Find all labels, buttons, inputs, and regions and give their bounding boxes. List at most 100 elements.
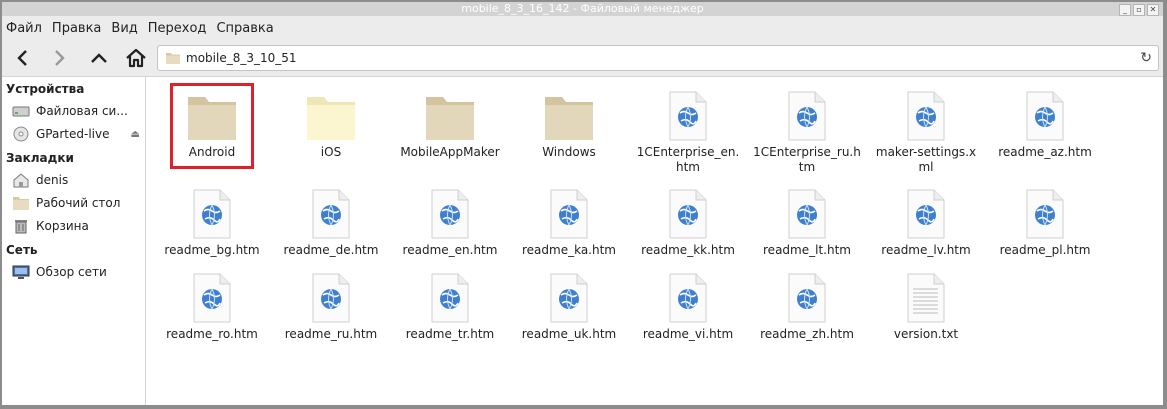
sidebar-item-label: GParted-live	[36, 127, 110, 141]
file-item-windows[interactable]: Windows	[510, 85, 628, 160]
menu-view[interactable]: Вид	[107, 21, 143, 36]
file-item-readme-lv-htm[interactable]: readme_lv.htm	[867, 183, 985, 258]
file-item-readme-bg-htm[interactable]: readme_bg.htm	[153, 183, 271, 258]
file-name: readme_az.htm	[998, 145, 1092, 159]
file-item-ios[interactable]: iOS	[272, 85, 390, 160]
arrow-right-icon	[55, 50, 65, 66]
eject-icon[interactable]: ⏏	[131, 129, 140, 140]
home-icon	[126, 48, 146, 68]
file-name: readme_ru.htm	[284, 327, 378, 341]
file-item-maker-settings-xml[interactable]: maker-settings.xml	[867, 85, 985, 175]
file-name: MobileAppMaker	[400, 145, 500, 159]
web-document-icon	[510, 183, 628, 239]
sidebar-item-label: Корзина	[36, 219, 89, 233]
sidebar-section-bookmarks: Закладки	[6, 151, 74, 165]
back-button[interactable]	[8, 43, 38, 73]
sidebar-item-filesystem[interactable]: Файловая си...	[12, 101, 142, 121]
menu-file[interactable]: Файл	[2, 21, 48, 36]
file-item-readme-uk-htm[interactable]: readme_uk.htm	[510, 267, 628, 342]
minimize-button[interactable]: _	[1119, 4, 1131, 16]
web-document-icon	[272, 183, 390, 239]
file-item-version-txt[interactable]: version.txt	[867, 267, 985, 342]
toolbar: mobile_8_3_10_51 ↻	[2, 40, 1163, 77]
folder-icon	[391, 85, 509, 141]
file-item-readme-tr-htm[interactable]: readme_tr.htm	[391, 267, 509, 342]
title-bar[interactable]: mobile_8_3_16_142 - Файловый менеджер _ …	[2, 2, 1163, 16]
sidebar-item-label: denis	[36, 173, 69, 187]
web-document-icon	[748, 85, 866, 141]
web-document-icon	[391, 183, 509, 239]
arrow-up-icon	[91, 53, 107, 63]
web-document-icon	[153, 183, 271, 239]
sidebar-item-trash[interactable]: Корзина	[12, 216, 142, 236]
maximize-button[interactable]: ▫	[1133, 4, 1145, 16]
web-document-icon	[748, 183, 866, 239]
file-item-readme-en-htm[interactable]: readme_en.htm	[391, 183, 509, 258]
forward-button[interactable]	[44, 43, 74, 73]
home-button[interactable]	[121, 43, 151, 73]
file-item-readme-zh-htm[interactable]: readme_zh.htm	[748, 267, 866, 342]
file-name: readme_zh.htm	[760, 327, 854, 341]
web-document-icon	[391, 267, 509, 323]
web-document-icon	[867, 85, 985, 141]
file-item-readme-de-htm[interactable]: readme_de.htm	[272, 183, 390, 258]
file-name: readme_vi.htm	[642, 327, 734, 341]
file-item-1centerprise-ru-htm[interactable]: 1CEnterprise_ru.htm	[748, 85, 866, 175]
file-name: readme_de.htm	[283, 243, 379, 257]
sidebar-item-denis[interactable]: denis	[12, 170, 142, 190]
file-name: readme_kk.htm	[641, 243, 735, 257]
home-icon	[12, 172, 30, 188]
web-document-icon	[986, 85, 1104, 141]
file-name: readme_bg.htm	[164, 243, 260, 257]
sidebar-section-network: Сеть	[6, 243, 38, 257]
web-document-icon	[153, 267, 271, 323]
file-name: 1CEnterprise_ru.htm	[753, 145, 861, 174]
sidebar-item-label: Рабочий стол	[36, 196, 121, 210]
file-item-mobileappmaker[interactable]: MobileAppMaker	[391, 85, 509, 160]
sidebar-section-devices: Устройства	[6, 82, 85, 96]
file-item-android[interactable]: Android	[153, 85, 271, 160]
file-item-readme-vi-htm[interactable]: readme_vi.htm	[629, 267, 747, 342]
text-file-icon	[867, 267, 985, 323]
sidebar-item-network[interactable]: Обзор сети	[12, 262, 142, 282]
window-title: mobile_8_3_16_142 - Файловый менеджер	[461, 2, 704, 15]
disc-icon	[12, 126, 30, 142]
sidebar-item-gparted[interactable]: GParted-live ⏏	[12, 124, 142, 144]
file-item-1centerprise-en-htm[interactable]: 1CEnterprise_en.htm	[629, 85, 747, 175]
web-document-icon	[272, 267, 390, 323]
file-item-readme-ka-htm[interactable]: readme_ka.htm	[510, 183, 628, 258]
up-button[interactable]	[84, 43, 114, 73]
file-name: iOS	[320, 145, 342, 159]
menu-help[interactable]: Справка	[212, 21, 279, 36]
location-bar[interactable]: mobile_8_3_10_51 ↻	[157, 45, 1159, 71]
web-document-icon	[510, 267, 628, 323]
folder-icon	[153, 85, 271, 141]
menu-go[interactable]: Переход	[144, 21, 213, 36]
desktop-folder-icon	[12, 195, 30, 211]
file-item-readme-az-htm[interactable]: readme_az.htm	[986, 85, 1104, 160]
network-icon	[12, 264, 30, 280]
sidebar-item-desktop[interactable]: Рабочий стол	[12, 193, 142, 213]
folder-icon	[272, 85, 390, 141]
sidebar-item-label: Обзор сети	[36, 265, 107, 279]
file-item-readme-pl-htm[interactable]: readme_pl.htm	[986, 183, 1104, 258]
file-manager-window: mobile_8_3_16_142 - Файловый менеджер _ …	[2, 2, 1163, 405]
menu-bar: Файл Правка Вид Переход Справка	[2, 16, 1163, 40]
close-button[interactable]: ✕	[1147, 4, 1159, 16]
file-name: maker-settings.xml	[875, 145, 977, 174]
file-item-readme-ro-htm[interactable]: readme_ro.htm	[153, 267, 271, 342]
file-name: readme_ka.htm	[521, 243, 616, 257]
file-name: readme_pl.htm	[999, 243, 1091, 257]
file-item-readme-kk-htm[interactable]: readme_kk.htm	[629, 183, 747, 258]
file-name: version.txt	[893, 327, 959, 341]
sidebar: Устройства Файловая си... GParted-live ⏏…	[2, 77, 146, 405]
folder-icon	[510, 85, 628, 141]
reload-icon[interactable]: ↻	[1140, 50, 1152, 66]
file-item-readme-ru-htm[interactable]: readme_ru.htm	[272, 267, 390, 342]
web-document-icon	[986, 183, 1104, 239]
file-item-readme-lt-htm[interactable]: readme_lt.htm	[748, 183, 866, 258]
file-name: readme_ro.htm	[166, 327, 258, 341]
web-document-icon	[629, 85, 747, 141]
menu-edit[interactable]: Правка	[48, 21, 107, 36]
web-document-icon	[629, 183, 747, 239]
